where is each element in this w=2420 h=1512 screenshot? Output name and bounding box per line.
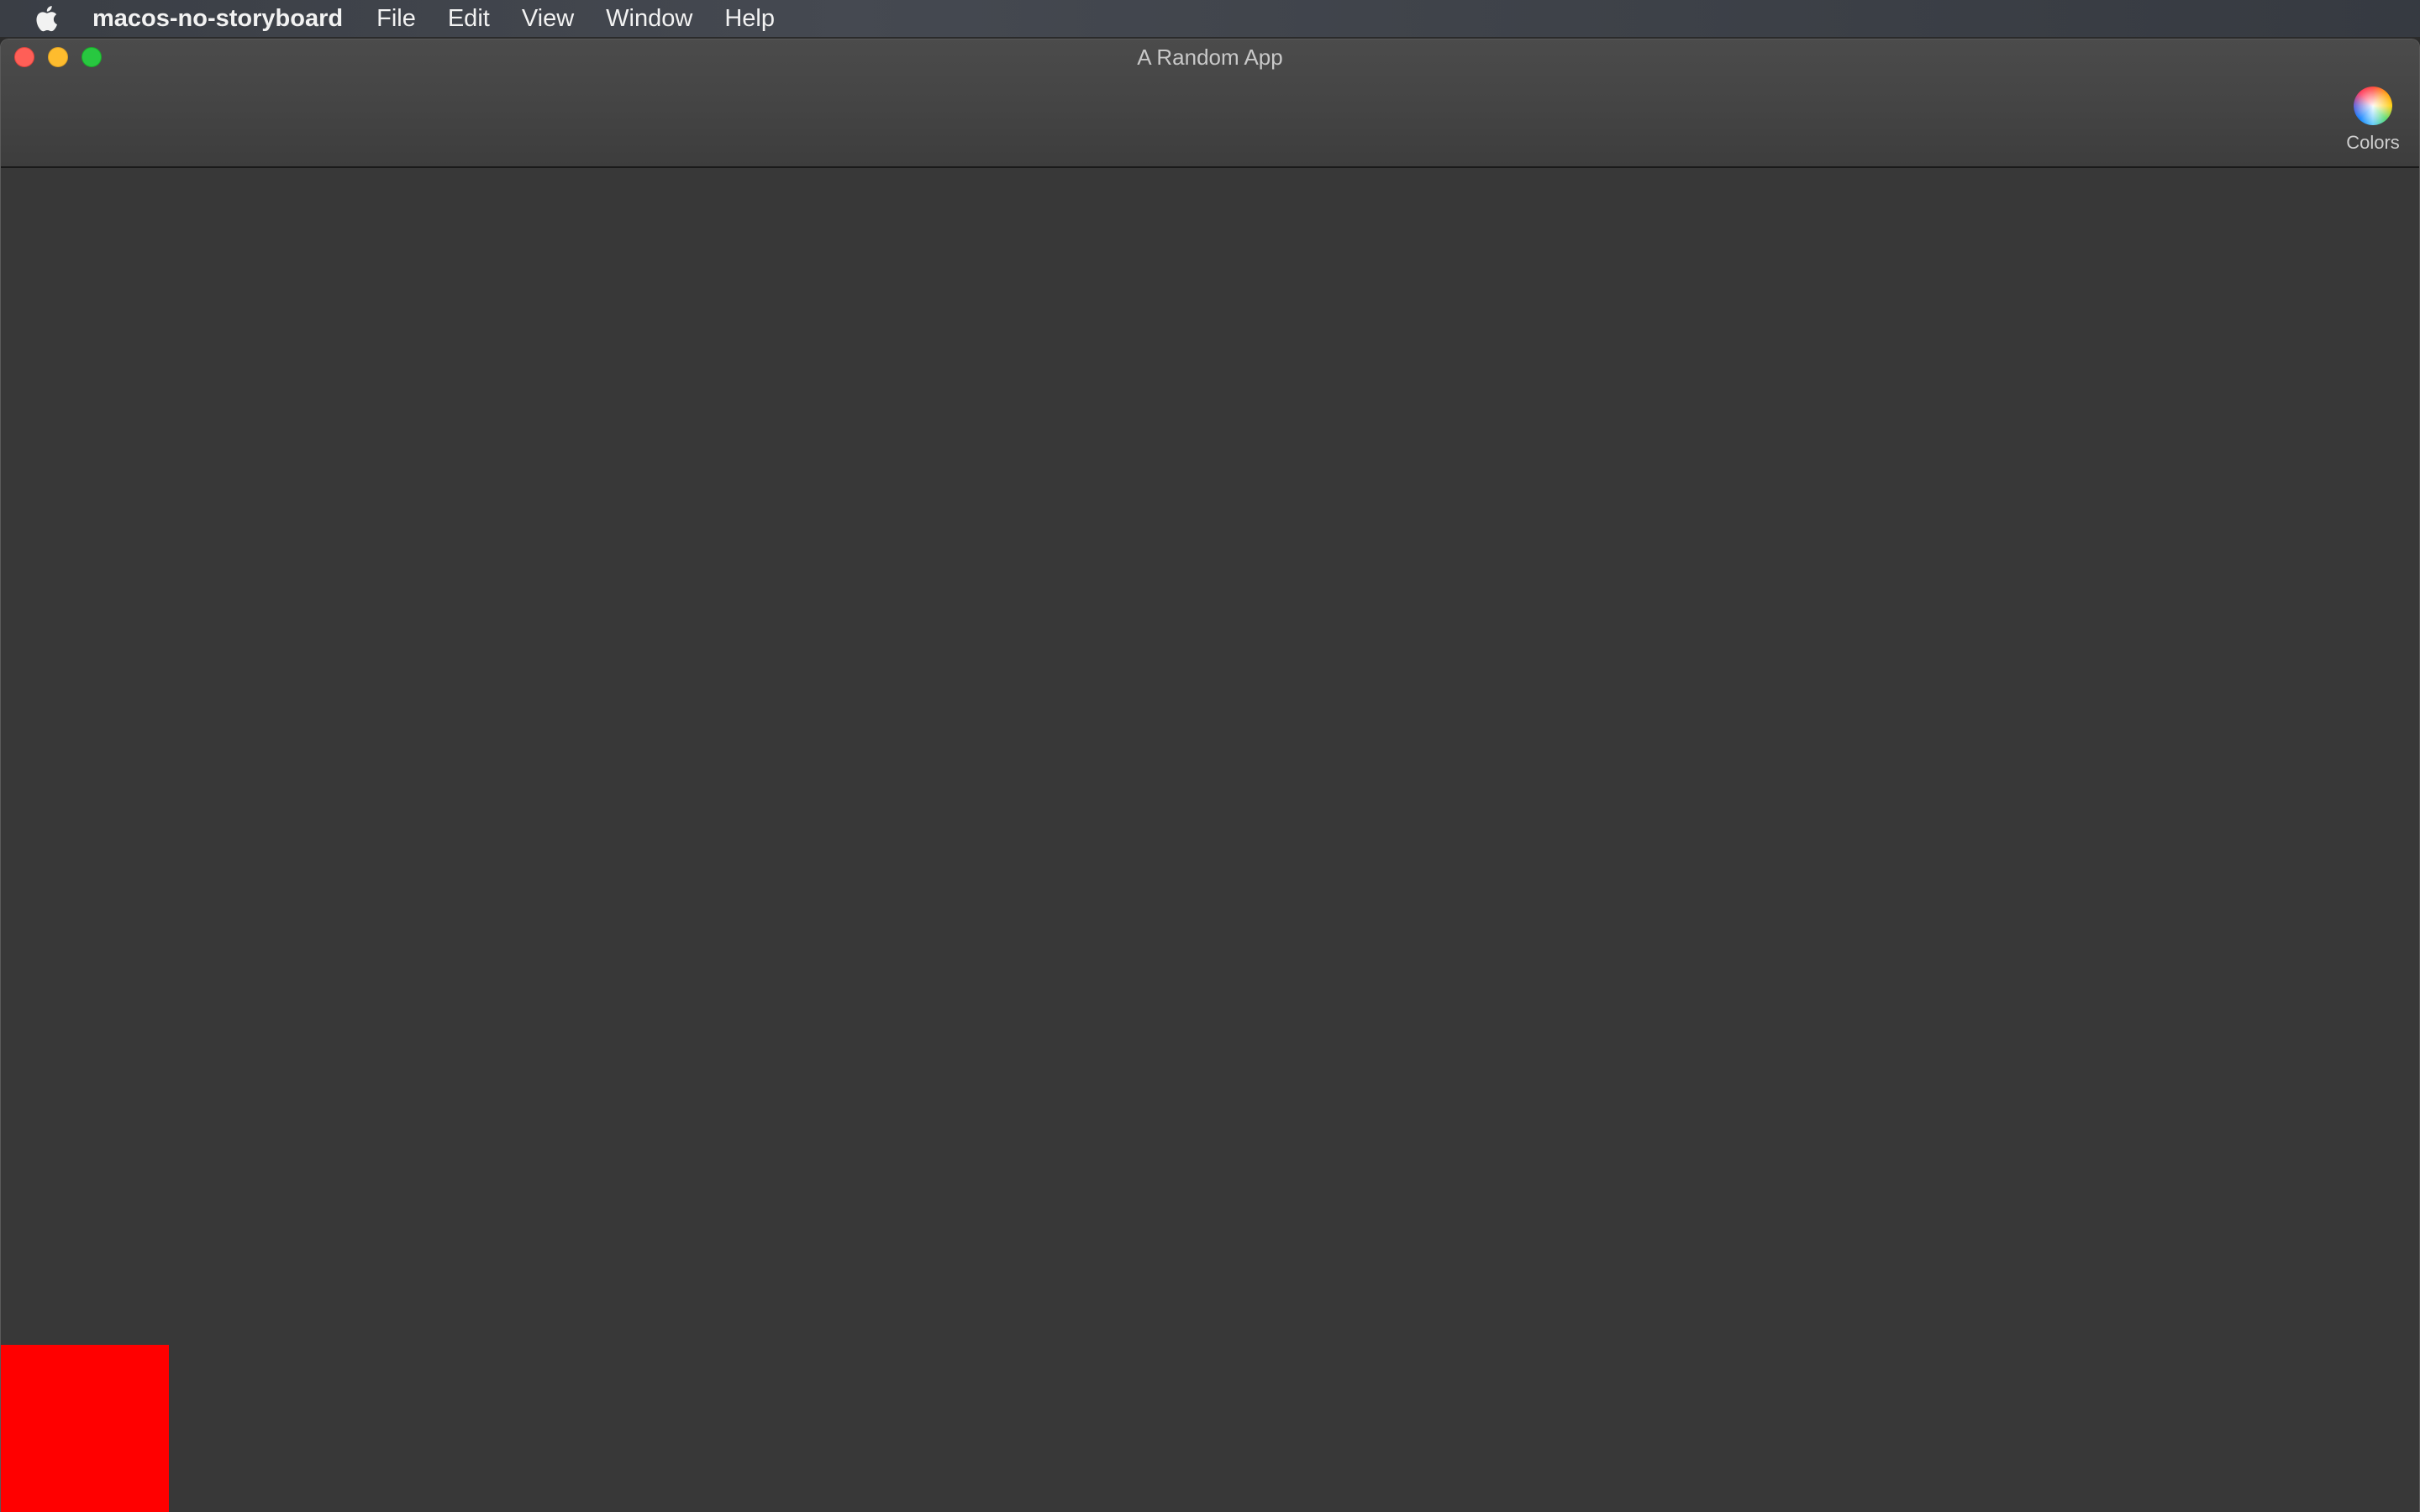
colors-label: Colors [2346,132,2400,153]
colors-toolbar-button[interactable]: Colors [2335,87,2411,154]
window-content [1,168,2419,1512]
menu-bar: macos-no-storyboard File Edit View Windo… [0,0,2420,37]
red-square-view [1,1345,169,1512]
apple-logo-icon[interactable] [0,0,92,37]
window-title: A Random App [1137,45,1283,70]
menu-view[interactable]: View [522,5,574,33]
menu-help[interactable]: Help [724,5,775,33]
window-titlebar[interactable]: A Random App Colors [1,39,2419,168]
menu-app-name[interactable]: macos-no-storyboard [92,5,343,33]
menu-file[interactable]: File [376,5,416,33]
menu-edit[interactable]: Edit [448,5,490,33]
desktop: macos-no-storyboard File Edit View Windo… [0,0,2420,1512]
menu-window[interactable]: Window [606,5,692,33]
app-window: A Random App Colors [0,39,2420,1512]
color-wheel-icon [2354,87,2392,125]
